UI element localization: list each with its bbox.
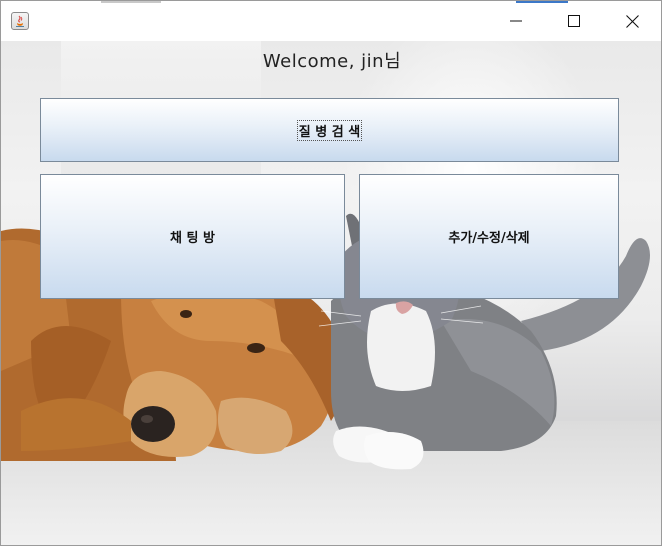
close-button[interactable] (603, 1, 661, 41)
titlebar-divider (101, 1, 161, 3)
java-icon[interactable] (11, 12, 29, 30)
main-panel: Welcome, jin님 질 병 검 색 채 팅 방 추가/수정/삭제 (1, 41, 661, 545)
chat-room-label: 채 팅 방 (170, 231, 215, 246)
chat-room-button[interactable]: 채 팅 방 (40, 174, 345, 299)
add-edit-delete-label: 추가/수정/삭제 (448, 231, 530, 246)
title-bar[interactable] (1, 1, 661, 41)
add-edit-delete-button[interactable]: 추가/수정/삭제 (359, 174, 619, 299)
minimize-icon (510, 20, 522, 22)
minimize-button[interactable] (487, 1, 545, 41)
disease-search-button[interactable]: 질 병 검 색 (40, 98, 619, 162)
maximize-button[interactable] (545, 1, 603, 41)
disease-search-label: 질 병 검 색 (296, 119, 363, 141)
close-icon (625, 14, 639, 28)
app-window: Welcome, jin님 질 병 검 색 채 팅 방 추가/수정/삭제 (0, 0, 662, 546)
maximize-icon (568, 15, 580, 27)
welcome-label: Welcome, jin님 (262, 51, 402, 72)
